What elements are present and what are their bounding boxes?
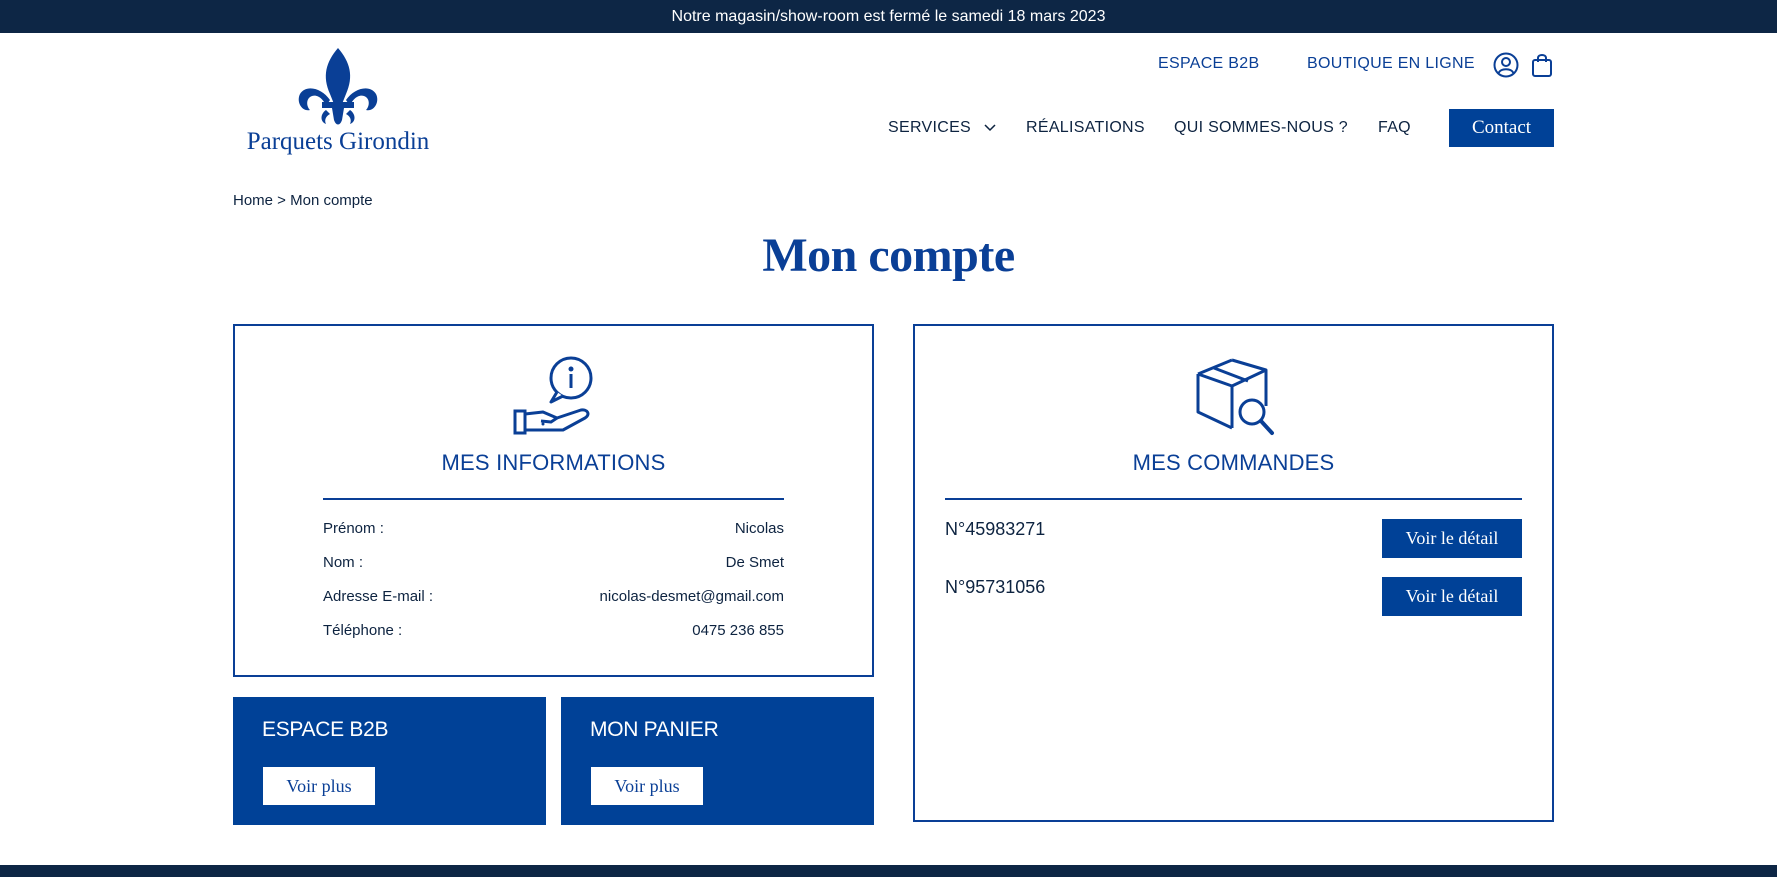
nav-faq[interactable]: FAQ: [1378, 119, 1411, 137]
divider: [945, 498, 1522, 500]
info-row: Nom : De Smet: [323, 554, 784, 574]
nav-about[interactable]: QUI SOMMES-NOUS ?: [1174, 119, 1348, 137]
cart-card-title: MON PANIER: [590, 718, 719, 741]
info-label: Téléphone :: [323, 622, 403, 639]
order-number: N°45983271: [945, 519, 1046, 539]
top-link-shop[interactable]: BOUTIQUE EN LIGNE: [1307, 55, 1475, 73]
hand-info-icon: [513, 356, 593, 435]
contact-button[interactable]: Contact: [1449, 109, 1554, 147]
info-value: nicolas-desmet@gmail.com: [599, 588, 784, 605]
nav-services-label: SERVICES: [888, 119, 972, 136]
nav-services[interactable]: SERVICES: [888, 119, 996, 137]
info-label: Prénom :: [323, 520, 384, 537]
shopping-bag-icon[interactable]: [1531, 52, 1557, 78]
breadcrumb: Home > Mon compte: [233, 192, 373, 209]
b2b-see-more-button[interactable]: Voir plus: [263, 767, 375, 805]
info-card-title: MES INFORMATIONS: [441, 450, 666, 475]
announcement-bar: Notre magasin/show-room est fermé le sam…: [0, 0, 1777, 33]
b2b-card-title: ESPACE B2B: [262, 718, 389, 741]
orders-card: MES COMMANDES: [913, 324, 1554, 822]
orders-card-title: MES COMMANDES: [1132, 450, 1335, 475]
order-number: N°95731056: [945, 577, 1046, 597]
view-order-detail-button[interactable]: Voir le détail: [1382, 519, 1522, 558]
info-value: 0475 236 855: [692, 622, 784, 639]
info-value: De Smet: [725, 554, 784, 571]
logo-text: Parquets Girondin: [246, 128, 430, 155]
chevron-down-icon: [984, 124, 996, 131]
cart-see-more-button[interactable]: Voir plus: [591, 767, 703, 805]
page-title: Mon compte: [762, 229, 1015, 282]
nav-realisations[interactable]: RÉALISATIONS: [1026, 119, 1145, 137]
info-label: Nom :: [323, 554, 364, 571]
info-value: Nicolas: [734, 520, 784, 537]
cart-card: MON PANIER Voir plus: [561, 697, 874, 825]
info-row: Adresse E-mail : nicolas-desmet@gmail.co…: [323, 588, 784, 608]
info-label: Adresse E-mail :: [323, 588, 434, 605]
top-link-b2b[interactable]: ESPACE B2B: [1158, 55, 1259, 73]
view-order-detail-button[interactable]: Voir le détail: [1382, 577, 1522, 616]
user-icon[interactable]: [1493, 52, 1519, 78]
info-row: Téléphone : 0475 236 855: [323, 622, 784, 642]
info-row: Prénom : Nicolas: [323, 520, 784, 540]
footer: [0, 865, 1777, 877]
divider: [323, 498, 784, 500]
b2b-card: ESPACE B2B Voir plus: [233, 697, 546, 825]
package-search-icon: [1196, 358, 1274, 435]
